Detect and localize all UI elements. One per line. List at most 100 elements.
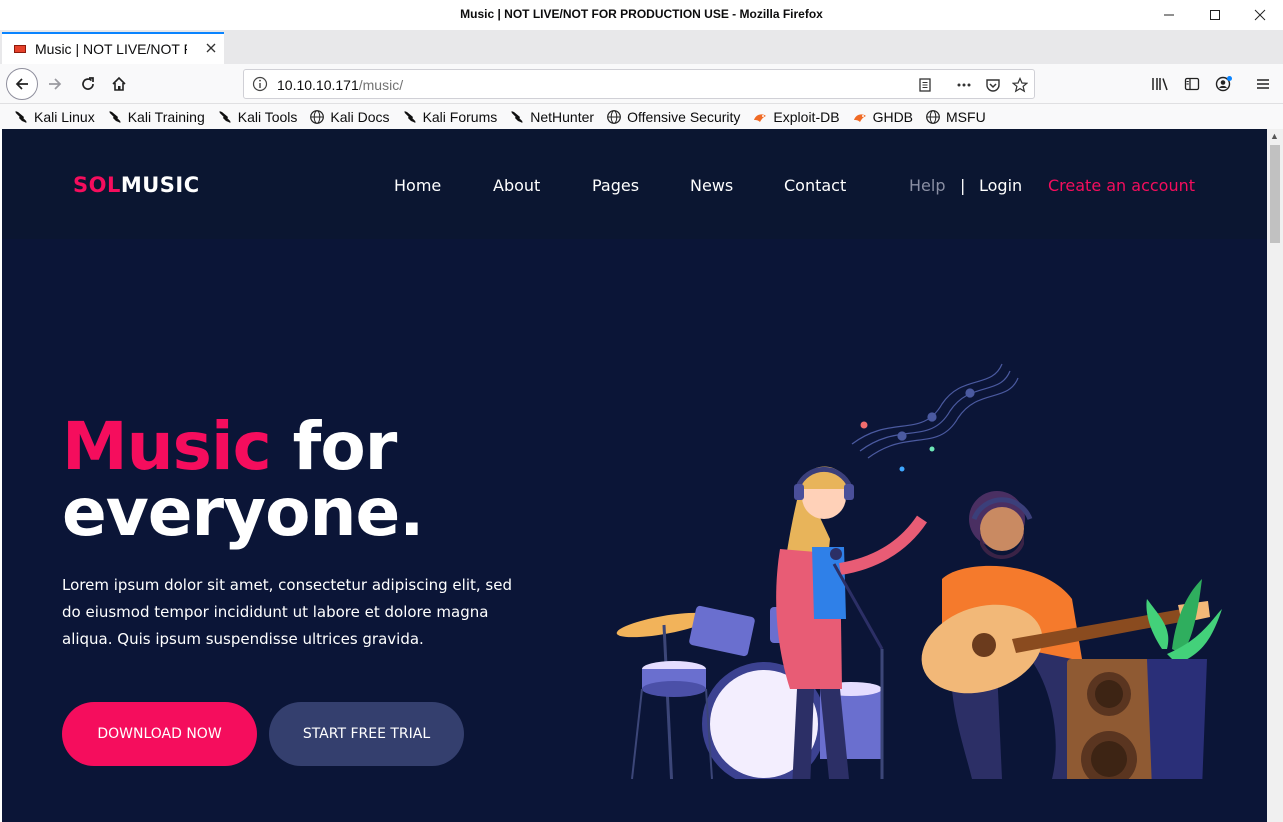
- scroll-up-arrow-icon[interactable]: ▲: [1270, 131, 1279, 141]
- bookmark-kali-docs[interactable]: Kali Docs: [309, 108, 390, 125]
- headline-line2: everyone.: [62, 474, 424, 551]
- more-horizontal-icon: [957, 83, 971, 87]
- start-free-trial-button[interactable]: START FREE TRIAL: [269, 702, 464, 766]
- nav-separator: |: [960, 176, 966, 195]
- download-now-button[interactable]: DOWNLOAD NOW: [62, 702, 257, 766]
- url-text[interactable]: 10.10.10.171/music/: [277, 77, 403, 93]
- note-dot: [860, 421, 868, 429]
- account-button[interactable]: [1209, 70, 1239, 98]
- sidebar-button[interactable]: [1177, 70, 1207, 98]
- close-window-button[interactable]: [1237, 0, 1283, 30]
- bookmark-label: GHDB: [872, 108, 914, 125]
- exploit-db-icon: [752, 109, 768, 125]
- bookmark-label: Exploit-DB: [773, 108, 840, 125]
- tab-strip: Music | NOT LIVE/NOT FOR PRODUCTION USE: [0, 30, 1283, 83]
- window-title: Music | NOT LIVE/NOT FOR PRODUCTION USE …: [460, 7, 823, 21]
- url-path: /music/: [358, 77, 404, 93]
- bookmark-star-button[interactable]: [1010, 75, 1030, 95]
- navigation-toolbar: 10.10.10.171/music/: [0, 64, 1283, 104]
- bookmark-label: Kali Docs: [330, 108, 390, 125]
- nav-contact[interactable]: Contact: [784, 176, 846, 195]
- help-link[interactable]: Help: [909, 176, 945, 195]
- bookmark-label: Kali Linux: [34, 108, 95, 125]
- bookmark-offensive-security[interactable]: Offensive Security: [606, 109, 740, 125]
- close-icon: [1254, 9, 1266, 21]
- reload-button[interactable]: [73, 70, 103, 98]
- bookmark-label: MSFU: [946, 108, 986, 125]
- globe-icon: [309, 109, 325, 125]
- kali-dragon-icon: [217, 109, 233, 125]
- note-dot: [929, 446, 935, 452]
- nav-pages[interactable]: Pages: [592, 176, 639, 195]
- reload-icon: [82, 77, 94, 90]
- hero-lead-text: Lorem ipsum dolor sit amet, consectetur …: [62, 576, 512, 648]
- music-notes-icon: [851, 363, 1019, 459]
- forward-button[interactable]: [40, 70, 70, 98]
- reader-view-button[interactable]: [915, 75, 935, 95]
- minimize-icon: [1164, 14, 1174, 16]
- note-dot: [899, 466, 905, 472]
- page-scrollbar[interactable]: ▲: [1267, 129, 1283, 822]
- login-link[interactable]: Login: [979, 176, 1022, 195]
- bookmark-nethunter[interactable]: NetHunter: [509, 109, 594, 125]
- logo-part-music: MUSIC: [120, 173, 200, 197]
- arrow-right-icon: [49, 78, 62, 90]
- account-icon: [1215, 76, 1232, 92]
- reader-view-icon: [919, 78, 931, 92]
- hero-section: Music for everyone. Lorem ipsum dolor si…: [2, 239, 1267, 822]
- logo-part-sol: SOL: [73, 173, 121, 197]
- bookmark-label: NetHunter: [530, 108, 595, 125]
- site-header: SOLMUSIC Home About Pages News Contact H…: [2, 129, 1267, 239]
- info-icon[interactable]: [252, 76, 268, 97]
- pocket-button[interactable]: [983, 75, 1003, 95]
- bookmark-kali-forums[interactable]: Kali Forums: [402, 108, 498, 125]
- bookmark-kali-training[interactable]: Kali Training: [107, 109, 205, 125]
- library-button[interactable]: [1145, 70, 1175, 98]
- globe-icon: [925, 109, 941, 125]
- address-bar[interactable]: 10.10.10.171/music/: [243, 69, 1035, 99]
- nav-about[interactable]: About: [493, 176, 540, 195]
- bookmark-kali-linux[interactable]: Kali Linux: [13, 109, 95, 125]
- tab-music[interactable]: Music | NOT LIVE/NOT FOR PRODUCTION USE: [2, 32, 224, 64]
- arrow-left-icon: [15, 78, 28, 90]
- bookmark-label: Kali Tools: [237, 108, 298, 125]
- nav-news[interactable]: News: [690, 176, 733, 195]
- url-host: 10.10.10.171: [277, 77, 359, 93]
- home-button[interactable]: [104, 70, 134, 98]
- library-icon: [1152, 78, 1168, 91]
- exploit-db-icon: [852, 109, 868, 125]
- kali-dragon-icon: [402, 109, 418, 125]
- nav-home[interactable]: Home: [394, 176, 441, 195]
- speaker: [1067, 659, 1157, 779]
- page-actions-button[interactable]: [954, 75, 974, 95]
- page-viewport: SOLMUSIC Home About Pages News Contact H…: [2, 129, 1267, 822]
- kali-dragon-icon: [509, 109, 525, 125]
- create-account-link[interactable]: Create an account: [1048, 176, 1195, 195]
- maximize-button[interactable]: [1192, 0, 1238, 30]
- site-favicon-icon: [14, 45, 26, 53]
- hero-headline: Music for everyone.: [62, 414, 424, 546]
- minimize-button[interactable]: [1146, 0, 1192, 30]
- tab-close-button[interactable]: [206, 40, 216, 57]
- home-icon: [112, 76, 126, 91]
- window-titlebar: Music | NOT LIVE/NOT FOR PRODUCTION USE …: [0, 0, 1283, 30]
- menu-button[interactable]: [1248, 70, 1278, 98]
- musicians-illustration: [616, 363, 1222, 779]
- bookmark-label: Offensive Security: [627, 108, 741, 125]
- sidebar-icon: [1184, 77, 1200, 91]
- bookmark-msfu[interactable]: MSFU: [925, 109, 986, 125]
- bookmark-kali-tools[interactable]: Kali Tools: [217, 108, 298, 125]
- scrollbar-thumb[interactable]: [1270, 145, 1280, 243]
- plant: [1146, 579, 1222, 779]
- bookmark-label: Kali Training: [127, 108, 205, 125]
- site-logo[interactable]: SOLMUSIC: [73, 173, 200, 197]
- bookmarks-toolbar: Kali Linux Kali Training Kali Tools Kali Do…: [0, 104, 1283, 129]
- bookmark-exploit-db[interactable]: Exploit-DB: [752, 108, 840, 125]
- pocket-icon: [986, 79, 1000, 92]
- star-icon: [1012, 77, 1028, 93]
- bookmark-label: Kali Forums: [422, 108, 498, 125]
- bookmark-ghdb[interactable]: GHDB: [852, 109, 913, 125]
- close-icon: [206, 43, 216, 53]
- back-button[interactable]: [6, 68, 38, 100]
- kali-dragon-icon: [107, 109, 123, 125]
